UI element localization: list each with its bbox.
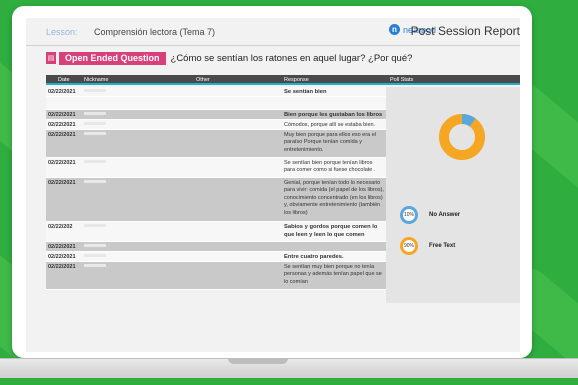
question-type-badge: Open Ended Question [59, 51, 166, 65]
redacted-nickname [84, 180, 106, 183]
row-response: Se sentían muy bien porque no tenía pers… [284, 264, 382, 285]
column-nickname: Nickname [84, 77, 109, 83]
row-response: Genial, porque tenían todo lo necesario … [284, 180, 384, 216]
table-header: Date Nickname Other Response Poll Stats [46, 75, 520, 85]
row-response: Se sentían bien [284, 89, 327, 95]
redacted-nickname [84, 254, 106, 257]
row-date: 02/22/2021 [48, 132, 76, 138]
report-screen: Lesson: Comprensión lectora (Tema 7) n n… [26, 18, 520, 352]
redacted-nickname [84, 122, 106, 125]
table-row: 02/22/2021 Cómodos, porque allí se estab… [46, 120, 386, 130]
column-response: Response [284, 77, 309, 83]
row-response: Muy bien porque para ellos eso era el pa… [284, 132, 377, 153]
row-response: Bien porque les gustaban los libros [284, 112, 383, 118]
no-answer-label: No Answer [429, 212, 461, 218]
row-date: 02/22/2021 [48, 180, 76, 186]
redacted-nickname [84, 89, 106, 92]
table-row: 02/22/2021 Muy bien porque para ellos es… [46, 130, 386, 158]
legend-no-answer: 10% No Answer [400, 206, 460, 224]
table-row: 02/22/2021 Entre cuatro paredes. [46, 252, 386, 262]
redacted-nickname [84, 132, 106, 135]
table-row-spacer [46, 97, 386, 110]
row-date: 02/22/202 [48, 224, 73, 230]
row-date: 02/22/2021 [48, 264, 76, 270]
column-date: Date [58, 77, 70, 83]
no-answer-percent-badge: 10% [400, 206, 418, 224]
redacted-nickname [84, 160, 106, 163]
table-row: 02/22/2021 [46, 242, 386, 252]
table-row: 02/22/2021 Se sentían muy bien porque no… [46, 262, 386, 290]
lesson-name: Comprensión lectora (Tema 7) [94, 26, 216, 37]
redacted-nickname [84, 244, 106, 247]
row-date: 02/22/2021 [48, 112, 76, 118]
laptop-notch [228, 358, 288, 364]
lesson-label: Lesson: [46, 26, 78, 37]
column-other: Other [196, 77, 210, 83]
donut-svg [439, 114, 485, 160]
column-poll-stats: Poll Stats [390, 77, 414, 83]
row-response: Se sentían bien porque tenían libros par… [284, 160, 376, 174]
table-row: 02/22/202 Sabios y gordos porque comen l… [46, 222, 386, 242]
table-row: 02/22/2021 Genial, porque tenían todo lo… [46, 178, 386, 222]
row-date: 02/22/2021 [48, 244, 76, 250]
response-table: 02/22/2021 Se sentían bien 02/22/2021 Bi… [46, 87, 386, 290]
laptop-base [0, 358, 578, 378]
poll-donut-chart [436, 111, 488, 168]
table-row: 02/22/2021 Bien porque les gustaban los … [46, 110, 386, 120]
donut-free-text-segment [439, 114, 485, 160]
row-date: 02/22/2021 [48, 122, 76, 128]
free-text-label: Free Text [429, 243, 456, 249]
document-icon: ▤ [46, 52, 56, 64]
row-response: Cómodos, porque allí se estaba bien. [284, 122, 376, 128]
poll-stats-panel: 10% No Answer 90% Free Text [386, 87, 520, 303]
redacted-nickname [84, 224, 106, 227]
report-title: Post Session Report [410, 24, 520, 38]
question-row: ▤ Open Ended Question ¿Cómo se sentían l… [46, 51, 520, 65]
free-text-percent-badge: 90% [400, 237, 418, 255]
report-header: Lesson: Comprensión lectora (Tema 7) n n… [26, 18, 520, 46]
redacted-nickname [84, 112, 106, 115]
row-response: Sabios y gordos porque comen lo que leen… [284, 224, 378, 238]
redacted-nickname [84, 264, 106, 267]
table-row: 02/22/2021 Se sentían bien [46, 87, 386, 97]
row-date: 02/22/2021 [48, 160, 76, 166]
question-text: ¿Cómo se sentían los ratones en aquel lu… [170, 52, 413, 64]
row-date: 02/22/2021 [48, 89, 76, 95]
nearpod-logo-icon: n [388, 24, 400, 35]
row-response: Entre cuatro paredes. [284, 254, 344, 260]
row-date: 02/22/2021 [48, 254, 76, 260]
laptop-frame: Lesson: Comprensión lectora (Tema 7) n n… [12, 6, 532, 358]
table-row: 02/22/2021 Se sentían bien porque tenían… [46, 158, 386, 178]
legend-free-text: 90% Free Text [400, 237, 455, 255]
